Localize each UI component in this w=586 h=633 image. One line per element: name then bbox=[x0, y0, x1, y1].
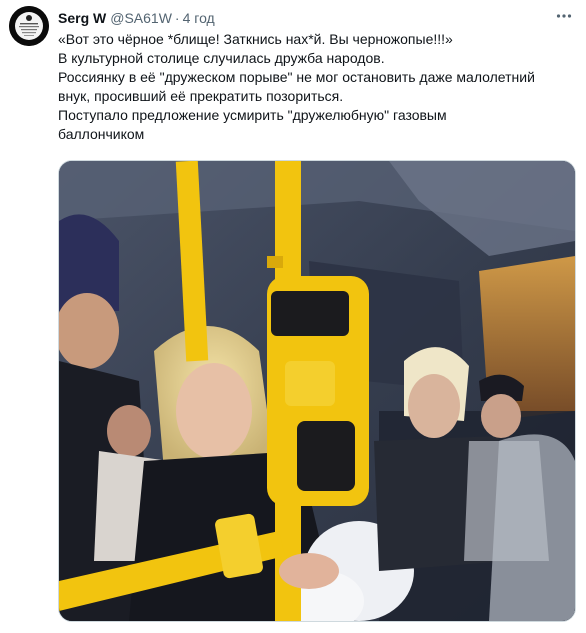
more-horizontal-icon bbox=[556, 14, 572, 18]
tweet-time[interactable]: 4 год bbox=[183, 10, 215, 26]
tweet-text-line: Поступало предложение усмирить "дружелюб… bbox=[58, 107, 447, 123]
author-handle[interactable]: @SA61W bbox=[110, 10, 172, 26]
tweet-text-line: баллончиком bbox=[58, 126, 145, 142]
tweet-text: «Вот это чёрное *блище! Заткнись нах*й. … bbox=[58, 30, 568, 144]
avatar[interactable] bbox=[9, 6, 49, 46]
author-name[interactable]: Serg W bbox=[58, 10, 106, 26]
video-frame bbox=[59, 161, 575, 621]
tweet-text-line: «Вот это чёрное *блище! Заткнись нах*й. … bbox=[58, 31, 453, 47]
separator-dot: · bbox=[174, 10, 180, 26]
tweet-video[interactable] bbox=[58, 160, 576, 622]
tweet-card[interactable]: Serg W @SA61W · 4 год «Вот это чёрное *б… bbox=[0, 0, 586, 633]
tweet-text-line: внук, просивший её прекратить позориться… bbox=[58, 88, 344, 104]
tweet-text-line: В культурной столице случилась дружба на… bbox=[58, 50, 385, 66]
tweet-text-line: Россиянку в её "дружеском порыве" не мог… bbox=[58, 69, 535, 85]
more-options-button[interactable] bbox=[552, 4, 576, 28]
avatar-image bbox=[9, 6, 49, 46]
tweet-header: Serg W @SA61W · 4 год bbox=[58, 8, 215, 28]
